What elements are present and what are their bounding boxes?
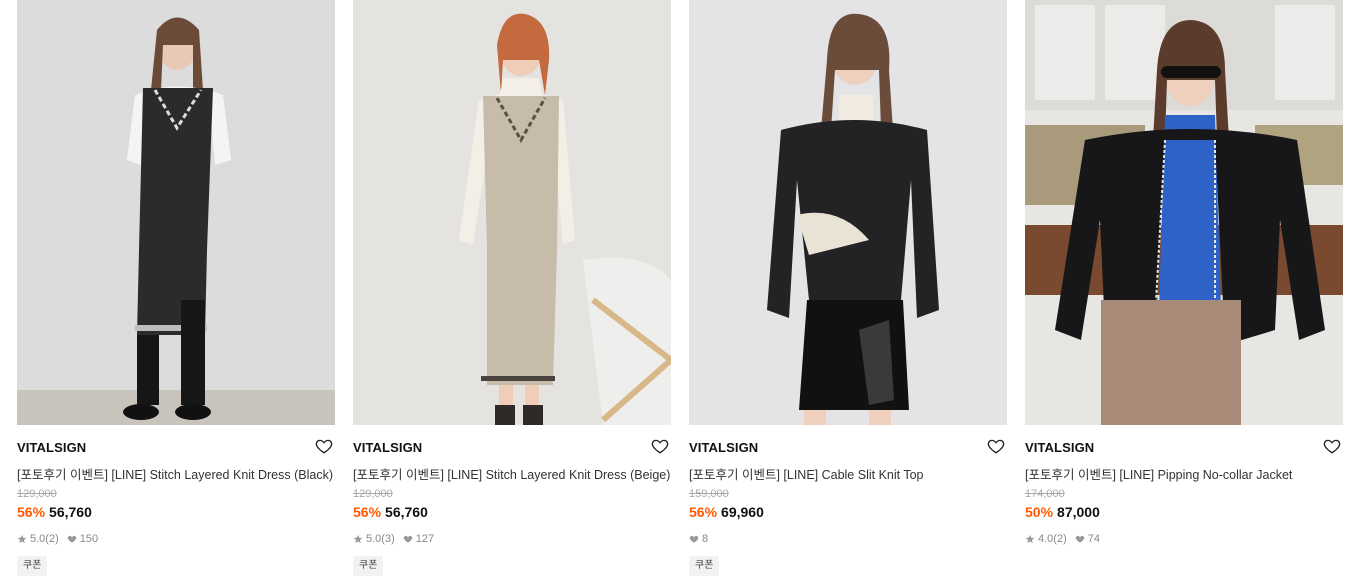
likes-group: 127 — [403, 533, 434, 545]
product-card[interactable]: VITALSIGN [포토후기 이벤트] [LINE] Stitch Layer… — [17, 0, 335, 581]
brand-name[interactable]: VITALSIGN — [689, 440, 758, 455]
price-line: 56% 69,960 — [689, 504, 764, 520]
brand-name[interactable]: VITALSIGN — [17, 440, 86, 455]
review-count: (2) — [45, 533, 59, 545]
heart-outline-icon — [651, 439, 669, 454]
sale-price: 56,760 — [49, 504, 92, 520]
heart-outline-icon — [1323, 439, 1341, 454]
product-grid: VITALSIGN [포토후기 이벤트] [LINE] Stitch Layer… — [0, 0, 1351, 581]
product-photo-black-dress — [17, 0, 335, 425]
rating-group: 5.0 (3) — [353, 533, 395, 545]
likes-count: 8 — [702, 533, 709, 545]
review-count: (2) — [1053, 533, 1067, 545]
heart-filled-icon — [689, 534, 699, 544]
original-price: 129,000 — [17, 488, 57, 500]
product-card[interactable]: VITALSIGN [포토후기 이벤트] [LINE] Stitch Layer… — [353, 0, 671, 581]
likes-count: 74 — [1087, 533, 1100, 545]
likes-group: 74 — [1075, 533, 1100, 545]
original-price: 129,000 — [353, 488, 393, 500]
rating-group: 4.0 (2) — [1025, 533, 1067, 545]
coupon-badge: 쿠폰 — [689, 556, 720, 576]
rating-value: 5.0 — [30, 533, 46, 545]
star-icon — [17, 534, 27, 544]
heart-filled-icon — [1075, 534, 1085, 544]
original-price: 174,000 — [1025, 488, 1065, 500]
wishlist-button[interactable] — [315, 437, 333, 455]
product-photo-no-collar-jacket — [1025, 0, 1343, 425]
likes-count: 127 — [415, 533, 435, 545]
discount-rate: 56% — [689, 504, 718, 520]
product-photo-beige-dress — [353, 0, 671, 425]
brand-name[interactable]: VITALSIGN — [1025, 440, 1094, 455]
brand-name[interactable]: VITALSIGN — [353, 440, 422, 455]
likes-count: 150 — [79, 533, 99, 545]
likes-group: 150 — [67, 533, 98, 545]
sale-price: 56,760 — [385, 504, 428, 520]
discount-rate: 56% — [17, 504, 46, 520]
product-meta: 8 — [689, 533, 716, 545]
product-name[interactable]: [포토후기 이벤트] [LINE] Stitch Layered Knit Dr… — [353, 464, 671, 483]
product-image-link[interactable] — [353, 0, 671, 425]
review-count: (3) — [381, 533, 395, 545]
discount-rate: 50% — [1025, 504, 1054, 520]
heart-filled-icon — [67, 534, 77, 544]
discount-rate: 56% — [353, 504, 382, 520]
product-meta: 4.0 (2) 74 — [1025, 533, 1108, 545]
sale-price: 69,960 — [721, 504, 764, 520]
product-image-link[interactable] — [17, 0, 335, 425]
product-meta: 5.0 (2) 150 — [17, 533, 106, 545]
product-name[interactable]: [포토후기 이벤트] [LINE] Cable Slit Knit Top — [689, 464, 1007, 483]
sale-price: 87,000 — [1057, 504, 1100, 520]
product-name[interactable]: [포토후기 이벤트] [LINE] Stitch Layered Knit Dr… — [17, 464, 335, 483]
heart-outline-icon — [987, 439, 1005, 454]
product-image-link[interactable] — [1025, 0, 1343, 425]
coupon-badge: 쿠폰 — [17, 556, 48, 576]
product-card[interactable]: VITALSIGN [포토후기 이벤트] [LINE] Cable Slit K… — [689, 0, 1007, 581]
heart-outline-icon — [315, 439, 333, 454]
rating-value: 5.0 — [366, 533, 382, 545]
star-icon — [1025, 534, 1035, 544]
heart-filled-icon — [403, 534, 413, 544]
star-icon — [353, 534, 363, 544]
wishlist-button[interactable] — [651, 437, 669, 455]
wishlist-button[interactable] — [1323, 437, 1341, 455]
product-meta: 5.0 (3) 127 — [353, 533, 442, 545]
price-line: 56% 56,760 — [353, 504, 428, 520]
wishlist-button[interactable] — [987, 437, 1005, 455]
product-card[interactable]: VITALSIGN [포토후기 이벤트] [LINE] Pipping No-c… — [1025, 0, 1343, 581]
likes-group: 8 — [689, 533, 708, 545]
product-photo-cable-knit-top — [689, 0, 1007, 425]
original-price: 159,000 — [689, 488, 729, 500]
price-line: 56% 56,760 — [17, 504, 92, 520]
rating-value: 4.0 — [1038, 533, 1054, 545]
rating-group: 5.0 (2) — [17, 533, 59, 545]
product-name[interactable]: [포토후기 이벤트] [LINE] Pipping No-collar Jack… — [1025, 464, 1343, 483]
price-line: 50% 87,000 — [1025, 504, 1100, 520]
coupon-badge: 쿠폰 — [353, 556, 384, 576]
product-image-link[interactable] — [689, 0, 1007, 425]
